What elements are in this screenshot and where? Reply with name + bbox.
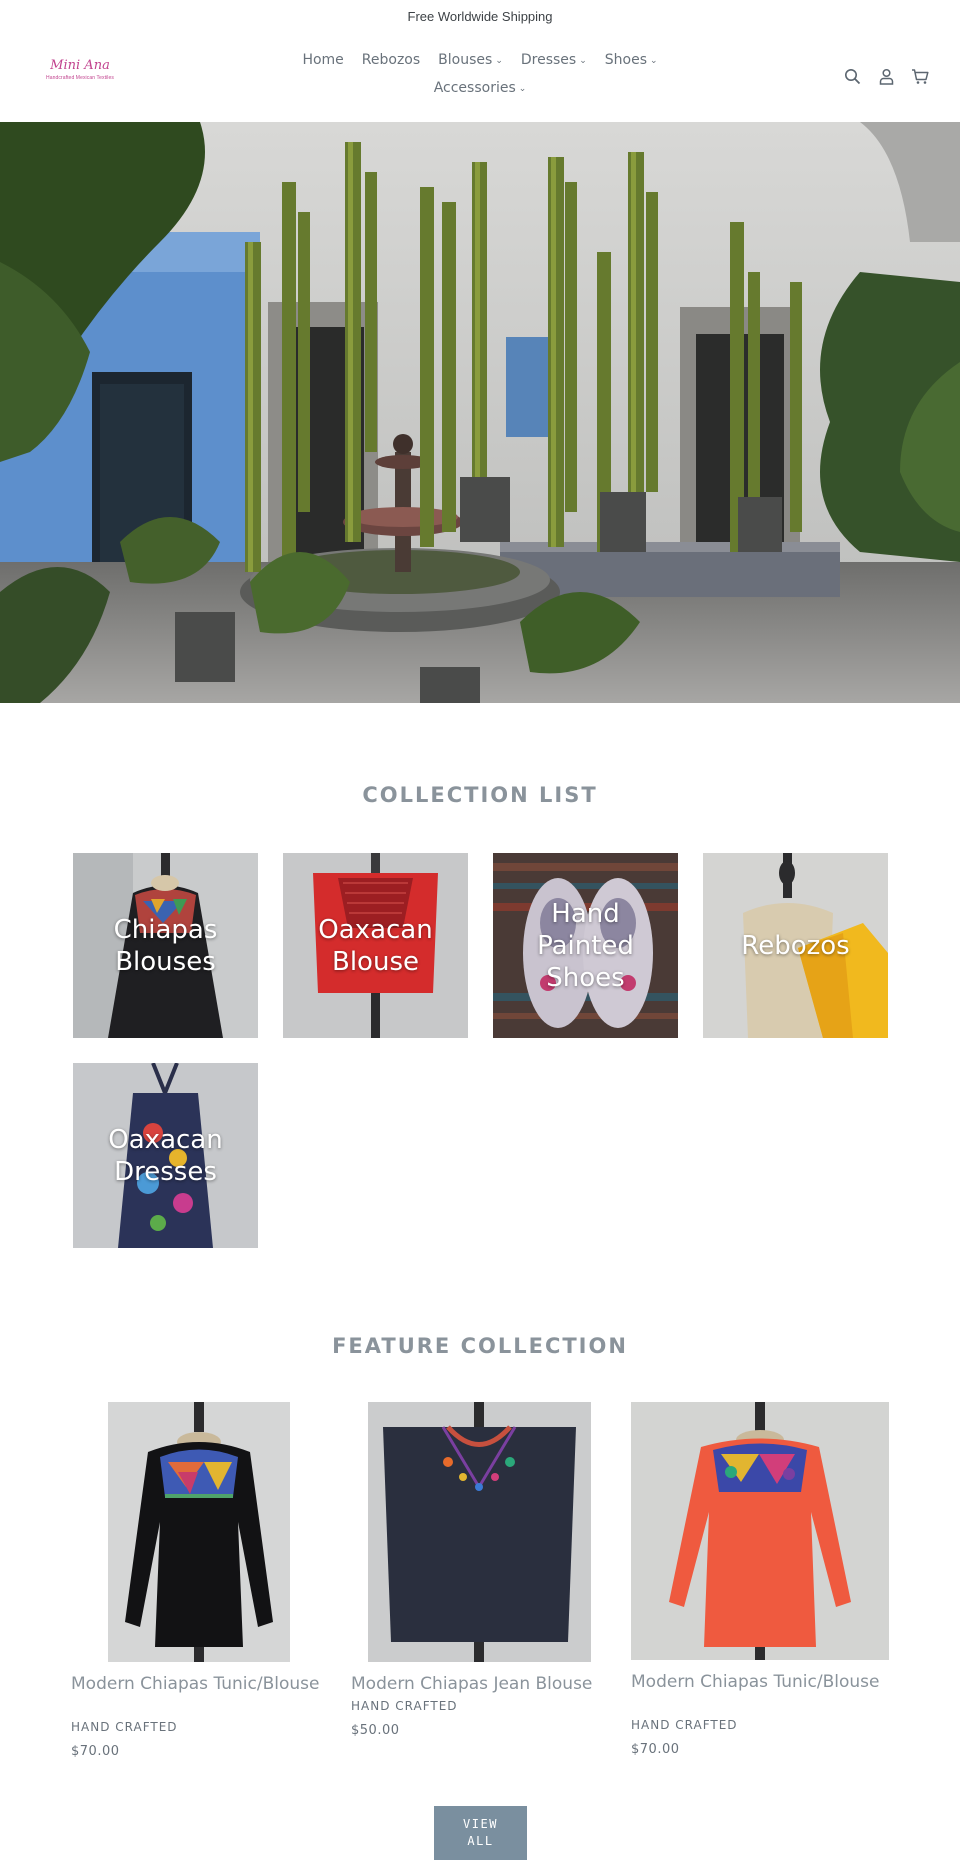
nav-dresses[interactable]: Dresses ⌄: [512, 50, 596, 72]
nav-shoes-label: Shoes: [604, 52, 647, 68]
collection-list-title: COLLECTION LIST: [362, 783, 598, 807]
collection-card-chiapas-blouses[interactable]: Chiapas Blouses: [73, 853, 258, 1038]
site-header: Mini Ana Handcrafted Mexican Textiles Ho…: [0, 32, 960, 122]
collection-card-oaxacan-blouse[interactable]: Oaxacan Blouse: [283, 853, 468, 1038]
nav-accessories[interactable]: Accessories ⌄: [425, 78, 536, 100]
nav-blouses[interactable]: Blouses ⌄: [429, 50, 512, 72]
product-card[interactable]: Modern Chiapas Jean Blouse HAND CRAFTED …: [350, 1402, 610, 1772]
nav-dresses-label: Dresses: [520, 52, 577, 68]
nav-rebozos[interactable]: Rebozos: [353, 50, 429, 72]
collection-card-hand-painted-shoes[interactable]: Hand Painted Shoes: [493, 853, 678, 1038]
account-icon[interactable]: [876, 66, 896, 86]
collection-label: Rebozos: [741, 930, 850, 961]
nav-home-label: Home: [302, 52, 344, 68]
collection-label: Chiapas Blouses: [113, 914, 218, 977]
nav-shoes[interactable]: Shoes ⌄: [596, 50, 667, 72]
product-price: $70.00: [71, 1744, 120, 1759]
collection-label: Hand Painted Shoes: [537, 898, 634, 993]
product-vendor: HAND CRAFTED: [71, 1720, 178, 1734]
collection-card-rebozos[interactable]: Rebozos: [703, 853, 888, 1038]
site-logo[interactable]: Mini Ana Handcrafted Mexican Textiles: [44, 58, 116, 94]
product-image: [108, 1402, 290, 1662]
product-price: $70.00: [631, 1742, 680, 1757]
logo-tagline: Handcrafted Mexican Textiles: [45, 75, 115, 81]
nav-blouses-label: Blouses: [438, 52, 493, 68]
collection-card-oaxacan-dresses[interactable]: Oaxacan Dresses: [73, 1063, 258, 1248]
product-title: Modern Chiapas Jean Blouse: [351, 1674, 593, 1694]
nav-home[interactable]: Home: [293, 50, 352, 72]
product-image: [631, 1402, 889, 1660]
product-card[interactable]: Modern Chiapas Tunic/Blouse HAND CRAFTED…: [70, 1402, 330, 1772]
chevron-down-icon: ⌄: [518, 84, 527, 94]
product-image: [368, 1402, 591, 1662]
search-icon[interactable]: [842, 66, 862, 86]
announcement-bar: Free Worldwide Shipping: [0, 0, 960, 32]
chevron-down-icon: ⌄: [649, 56, 658, 66]
announcement-text: Free Worldwide Shipping: [407, 8, 553, 24]
product-price: $50.00: [351, 1723, 400, 1738]
collection-label: Oaxacan Blouse: [318, 914, 433, 977]
header-icons: [842, 66, 930, 86]
product-vendor: HAND CRAFTED: [351, 1699, 458, 1713]
product-vendor: HAND CRAFTED: [631, 1718, 738, 1732]
cart-icon[interactable]: [910, 66, 930, 86]
product-card[interactable]: Modern Chiapas Tunic/Blouse HAND CRAFTED…: [630, 1402, 890, 1772]
chevron-down-icon: ⌄: [579, 56, 587, 66]
nav-rebozos-label: Rebozos: [361, 52, 421, 68]
view-all-button[interactable]: VIEW ALL: [434, 1806, 527, 1860]
product-title: Modern Chiapas Tunic/Blouse: [71, 1674, 320, 1694]
collection-label: Oaxacan Dresses: [108, 1124, 223, 1187]
main-nav: Home Rebozos Blouses ⌄ Dresses ⌄ Shoes ⌄ Ac…: [280, 50, 680, 100]
hero-image: [0, 122, 960, 703]
chevron-down-icon: ⌄: [495, 56, 503, 66]
feature-collection-title: FEATURE COLLECTION: [332, 1334, 628, 1358]
product-title: Modern Chiapas Tunic/Blouse: [631, 1672, 880, 1692]
nav-accessories-label: Accessories: [433, 80, 516, 96]
logo-script: Mini Ana: [50, 58, 110, 73]
